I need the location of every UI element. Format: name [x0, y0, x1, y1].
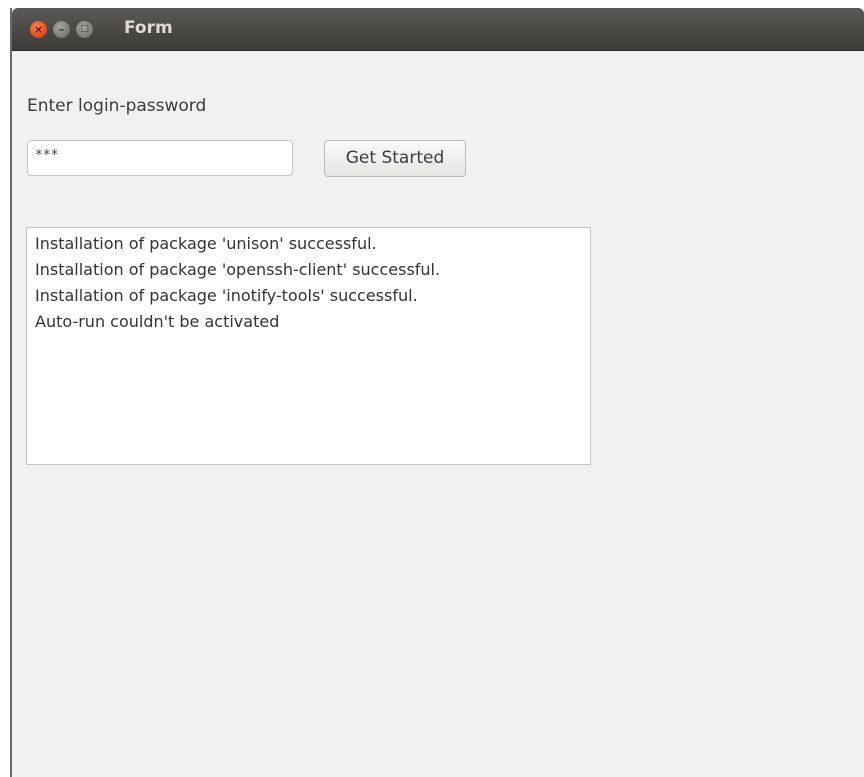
get-started-button[interactable]: Get Started [324, 140, 466, 177]
minimize-window-button[interactable]: – [53, 21, 70, 38]
log-line: Installation of package 'openssh-client'… [35, 260, 441, 279]
output-log-textarea[interactable]: Installation of package 'unison' success… [26, 227, 591, 465]
password-input[interactable]: *** [27, 140, 293, 176]
screen: × – □ Form Enter login-password *** Get … [0, 0, 864, 777]
form-window: × – □ Form Enter login-password *** Get … [10, 8, 864, 777]
title-bar[interactable]: × – □ Form [12, 8, 864, 51]
log-line: Installation of package 'inotify-tools' … [35, 286, 418, 305]
maximize-window-button[interactable]: □ [76, 21, 93, 38]
log-line: Installation of package 'unison' success… [35, 234, 377, 253]
close-window-button[interactable]: × [30, 21, 47, 38]
log-line: Auto-run couldn't be activated [35, 312, 280, 331]
password-prompt-label: Enter login-password [27, 96, 207, 116]
window-title: Form [124, 18, 173, 38]
